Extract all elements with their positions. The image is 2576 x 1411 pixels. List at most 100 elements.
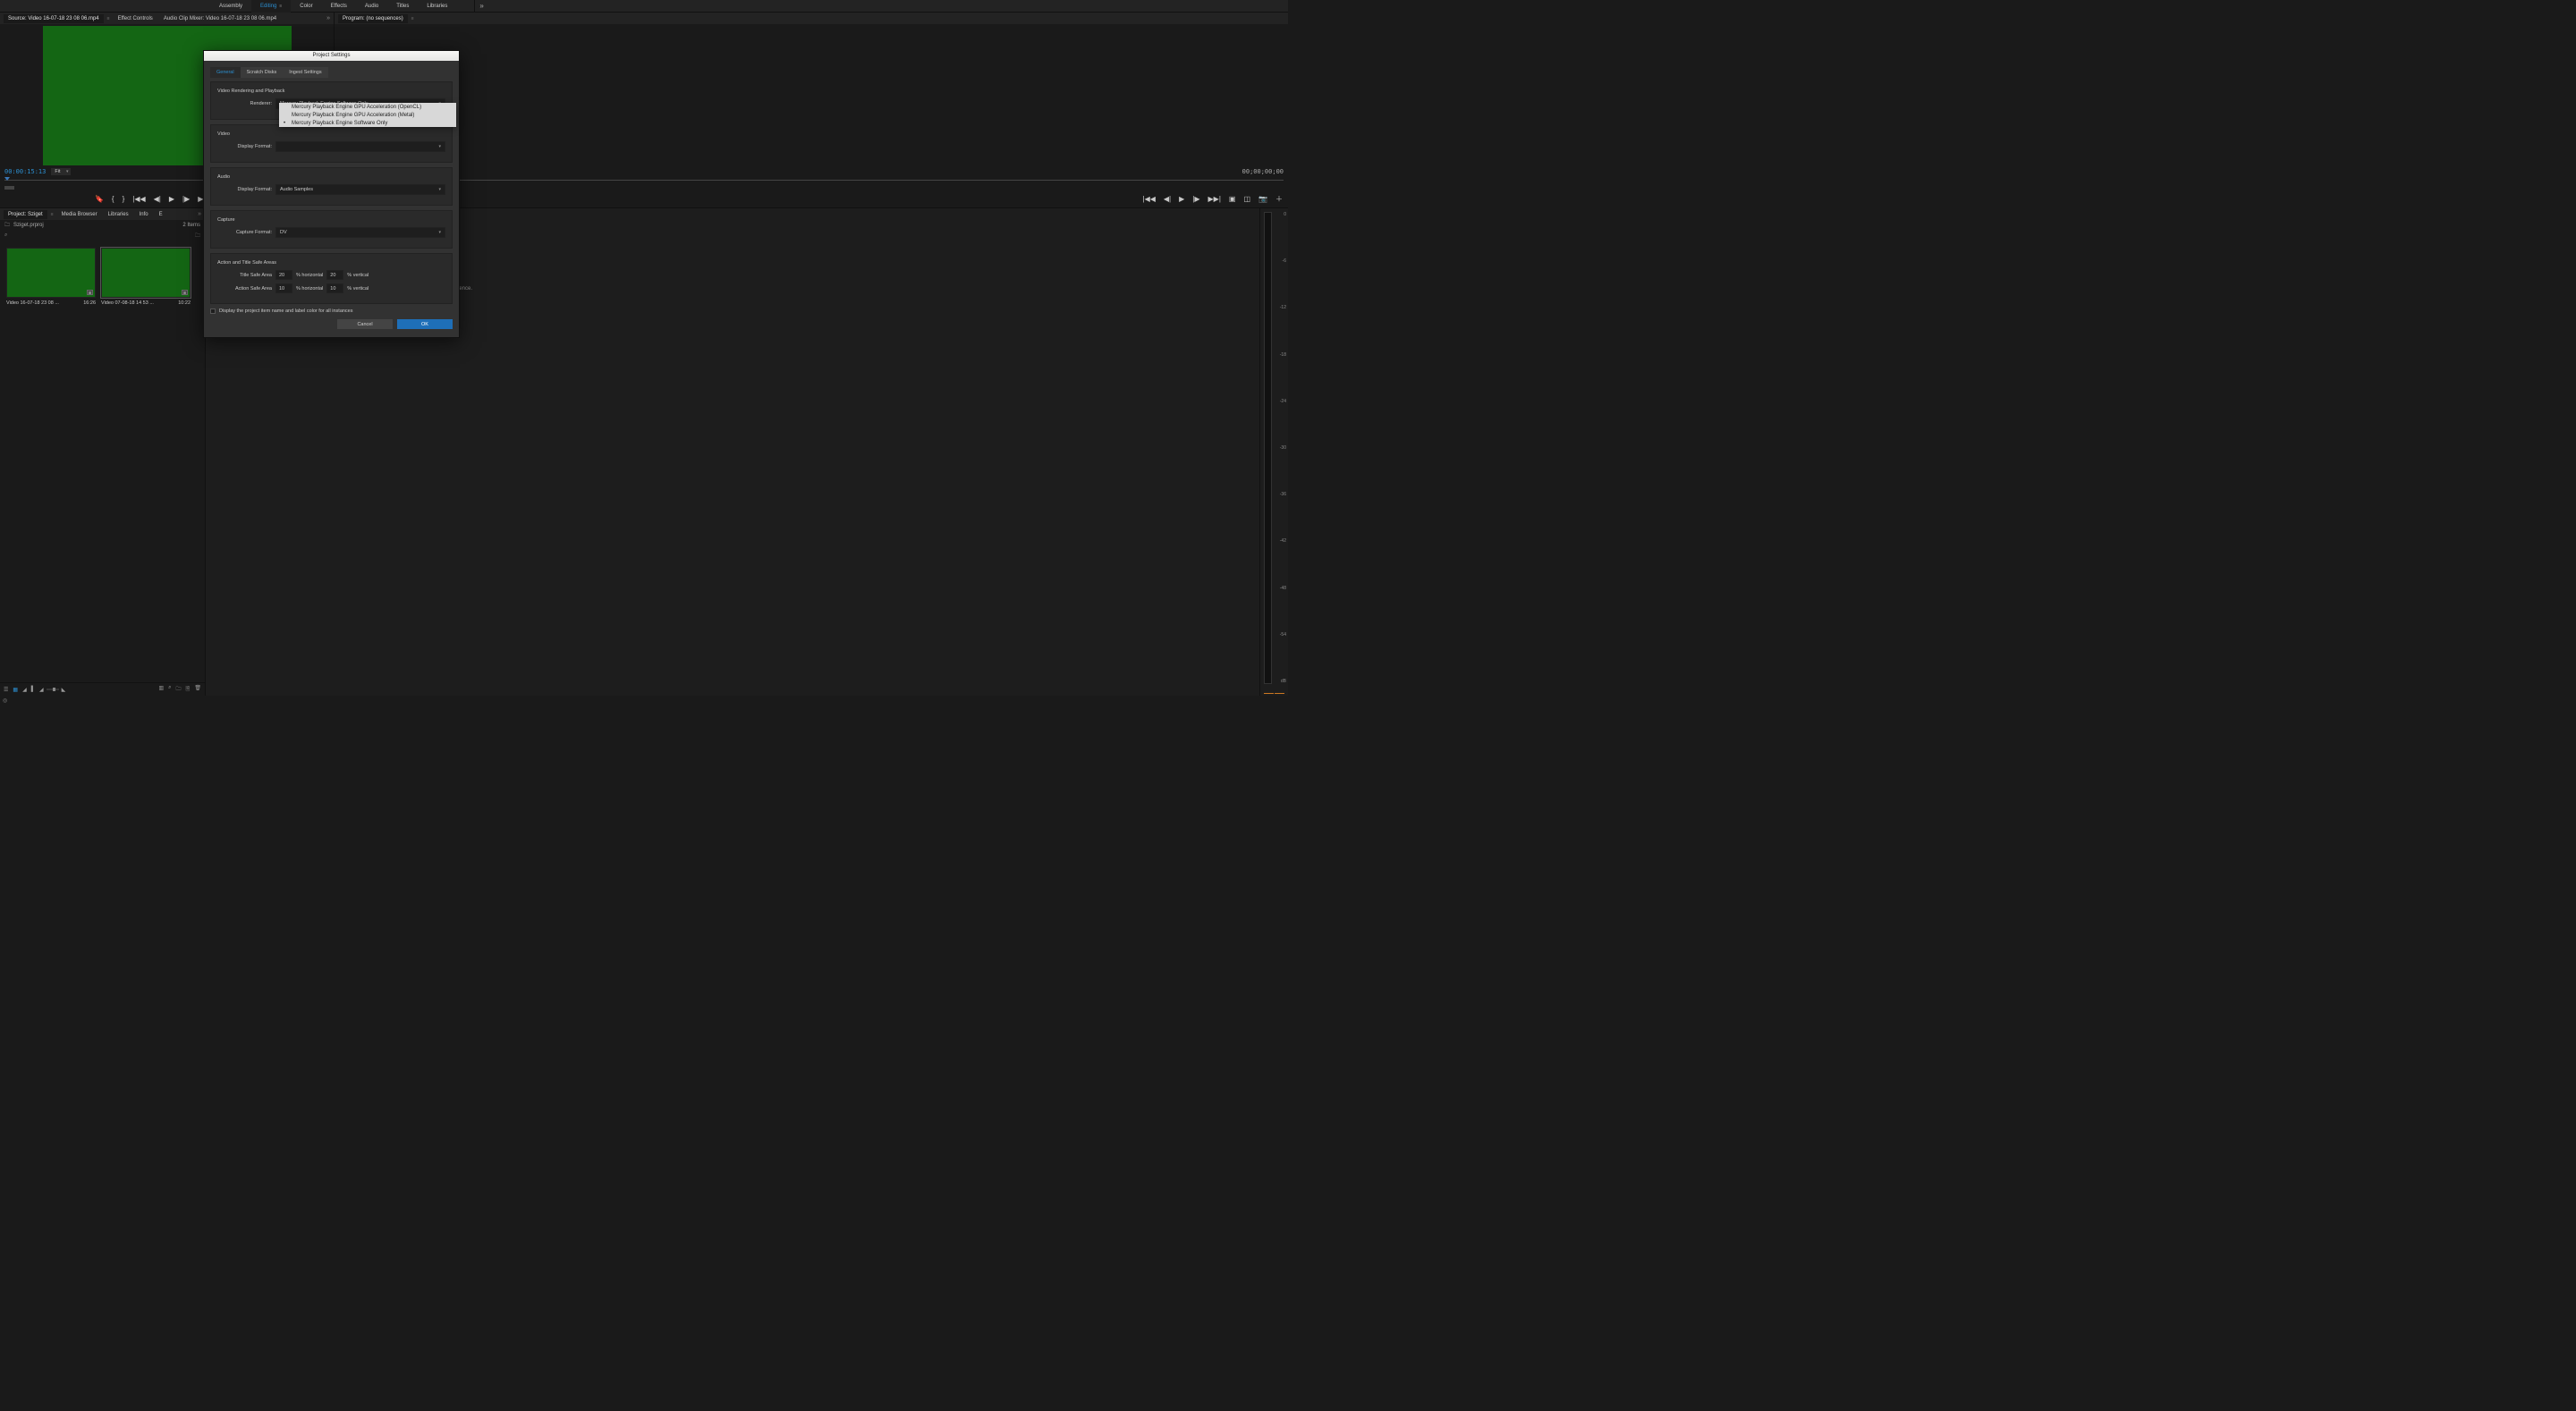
clip-item[interactable]: ⊞ Video 16-07-18 23 08 ... 16:26 bbox=[6, 248, 96, 306]
meter-tick: -24 bbox=[1280, 399, 1286, 404]
go-to-in-button[interactable]: |◀◀ bbox=[1143, 195, 1156, 203]
section-audio: Audio Display Format: Audio Samples bbox=[210, 167, 453, 206]
find-icon[interactable]: ⌕ bbox=[168, 685, 171, 694]
workspace-tab-assembly[interactable]: Assembly bbox=[210, 0, 251, 13]
instance-color-label: Display the project item name and label … bbox=[219, 308, 353, 314]
program-monitor-panel: Program: (no sequences) ≡ 00;00;00;00 |◀… bbox=[335, 13, 1288, 207]
renderer-option-metal[interactable]: Mercury Playback Engine GPU Acceleration… bbox=[279, 111, 456, 119]
button-editor-icon[interactable]: ＋ bbox=[1275, 194, 1283, 204]
audio-clip-mixer-tab[interactable]: Audio Clip Mixer: Video 16-07-18 23 08 0… bbox=[159, 14, 281, 23]
source-tab[interactable]: Source: Video 16-07-18 23 08 06.mp4 bbox=[4, 14, 104, 23]
workspace-tab-editing[interactable]: Editing ≡ bbox=[251, 0, 291, 13]
panel-menu-icon[interactable]: ≡ bbox=[106, 16, 112, 21]
new-bin-icon[interactable]: 🗀 bbox=[195, 232, 200, 241]
mark-in-button[interactable]: { bbox=[112, 195, 114, 203]
libraries-tab[interactable]: Libraries bbox=[104, 210, 133, 219]
instance-color-check-row: Display the project item name and label … bbox=[210, 308, 453, 314]
step-forward-button[interactable]: |▶ bbox=[1192, 195, 1199, 203]
renderer-option-opencl[interactable]: Mercury Playback Engine GPU Acceleration… bbox=[279, 103, 456, 111]
media-browser-tab[interactable]: Media Browser bbox=[57, 210, 102, 219]
bin-icon: 🗀 bbox=[4, 221, 10, 230]
clip-name: Video 16-07-18 23 08 ... bbox=[6, 300, 59, 306]
effects-tab-truncated[interactable]: E bbox=[155, 210, 167, 219]
program-tab[interactable]: Program: (no sequences) bbox=[338, 14, 408, 23]
instance-color-checkbox[interactable] bbox=[210, 308, 216, 314]
new-bin-icon[interactable]: 🗀 bbox=[176, 685, 182, 694]
go-to-in-button[interactable]: |◀◀ bbox=[132, 195, 145, 203]
program-scrubber[interactable] bbox=[335, 186, 1288, 190]
program-time-ruler[interactable] bbox=[335, 177, 1288, 186]
tab-ingest-settings[interactable]: Ingest Settings bbox=[283, 67, 327, 78]
renderer-option-software[interactable]: Mercury Playback Engine Software Only bbox=[279, 119, 456, 127]
title-safe-h-input[interactable]: 20 bbox=[275, 270, 292, 280]
add-marker-button[interactable]: 🔖 bbox=[95, 195, 104, 203]
clip-item[interactable]: ⊞ Video 07-08-18 14 53 ... 10:22 bbox=[101, 248, 191, 306]
workspace-tab-menu-icon[interactable]: ≡ bbox=[279, 4, 282, 9]
title-safe-v-input[interactable]: 20 bbox=[326, 270, 343, 280]
project-settings-dialog: Project Settings General Scratch Disks I… bbox=[203, 50, 460, 338]
freeform-view-icon[interactable]: ◢ bbox=[22, 687, 27, 693]
workspace-tab-audio[interactable]: Audio bbox=[356, 0, 387, 13]
list-view-icon[interactable]: ☰ bbox=[4, 687, 8, 693]
source-timecode[interactable]: 00:00:15:13 bbox=[4, 168, 46, 175]
playhead-icon[interactable] bbox=[4, 177, 10, 181]
step-forward-button[interactable]: |▶ bbox=[182, 195, 190, 203]
panel-menu-icon[interactable]: ≡ bbox=[410, 16, 416, 21]
effect-controls-tab[interactable]: Effect Controls bbox=[114, 14, 157, 23]
workspace-tab-color[interactable]: Color bbox=[291, 0, 321, 13]
new-item-icon[interactable]: 🗎 bbox=[186, 685, 191, 694]
step-back-button[interactable]: ◀| bbox=[1164, 195, 1171, 203]
panel-overflow-icon[interactable]: » bbox=[326, 15, 330, 21]
automate-icon[interactable]: ▥ bbox=[158, 685, 164, 694]
meter-tick: -18 bbox=[1280, 352, 1286, 358]
creative-cloud-icon[interactable]: ◎ bbox=[3, 697, 7, 704]
solo-right-icon[interactable] bbox=[1275, 693, 1284, 694]
meter-tick: -6 bbox=[1283, 258, 1286, 264]
play-button[interactable]: ▶ bbox=[169, 195, 174, 203]
thumbnail-size-slider[interactable] bbox=[47, 689, 59, 690]
clip-name: Video 07-08-18 14 53 ... bbox=[101, 300, 154, 306]
panel-menu-icon[interactable]: ≡ bbox=[49, 212, 55, 217]
workspace-overflow-icon[interactable]: » bbox=[474, 0, 487, 13]
unit-horizontal: % horizontal bbox=[296, 273, 323, 278]
meter-tick: -48 bbox=[1280, 586, 1286, 591]
extract-button[interactable]: ◫ bbox=[1243, 195, 1250, 203]
workspace-tab-titles[interactable]: Titles bbox=[387, 0, 418, 13]
export-frame-button[interactable]: 📷 bbox=[1258, 195, 1267, 203]
capture-format-select[interactable]: DV bbox=[275, 227, 445, 238]
workspace-tab-effects[interactable]: Effects bbox=[322, 0, 356, 13]
workspace-tab-libraries[interactable]: Libraries bbox=[418, 0, 456, 13]
cancel-button[interactable]: Cancel bbox=[337, 319, 393, 329]
panel-overflow-icon[interactable]: » bbox=[198, 211, 201, 217]
project-tab[interactable]: Project: Sziget bbox=[4, 210, 47, 219]
renderer-dropdown: Mercury Playback Engine GPU Acceleration… bbox=[279, 103, 456, 127]
info-tab[interactable]: Info bbox=[135, 210, 153, 219]
step-back-button[interactable]: ◀| bbox=[154, 195, 161, 203]
lift-button[interactable]: ▣ bbox=[1229, 195, 1236, 203]
zoom-out-icon[interactable]: ◢ bbox=[39, 687, 44, 693]
action-safe-h-input[interactable]: 10 bbox=[275, 283, 292, 293]
play-button[interactable]: ▶ bbox=[1179, 195, 1184, 203]
zoom-in-icon[interactable]: ◣ bbox=[62, 687, 66, 693]
ok-button[interactable]: OK bbox=[397, 319, 453, 329]
delete-icon[interactable]: 🗑 bbox=[194, 685, 201, 694]
section-video: Video Display Format: bbox=[210, 124, 453, 163]
meter-tick: -36 bbox=[1280, 492, 1286, 497]
action-safe-v-input[interactable]: 10 bbox=[326, 283, 343, 293]
icon-view-icon[interactable]: ▦ bbox=[13, 687, 18, 693]
go-to-out-button[interactable]: ▶▶| bbox=[1208, 195, 1221, 203]
tab-scratch-disks[interactable]: Scratch Disks bbox=[241, 67, 284, 78]
scrubber-handle[interactable] bbox=[4, 186, 14, 190]
tab-general[interactable]: General bbox=[210, 67, 241, 78]
search-icon[interactable]: ⌕ bbox=[4, 232, 7, 239]
program-timecode[interactable]: 00;00;00;00 bbox=[1242, 168, 1284, 175]
meter-tick: -42 bbox=[1280, 538, 1286, 544]
sort-icon[interactable]: ▌ bbox=[31, 687, 35, 692]
meter-tick: -30 bbox=[1280, 445, 1286, 451]
status-bar: ◎ bbox=[0, 696, 1288, 706]
zoom-fit-select[interactable]: Fit bbox=[51, 168, 71, 175]
mark-out-button[interactable]: } bbox=[123, 195, 125, 203]
audio-display-format-select[interactable]: Audio Samples bbox=[275, 184, 445, 195]
solo-left-icon[interactable] bbox=[1264, 693, 1274, 694]
video-display-format-select[interactable] bbox=[275, 141, 445, 152]
